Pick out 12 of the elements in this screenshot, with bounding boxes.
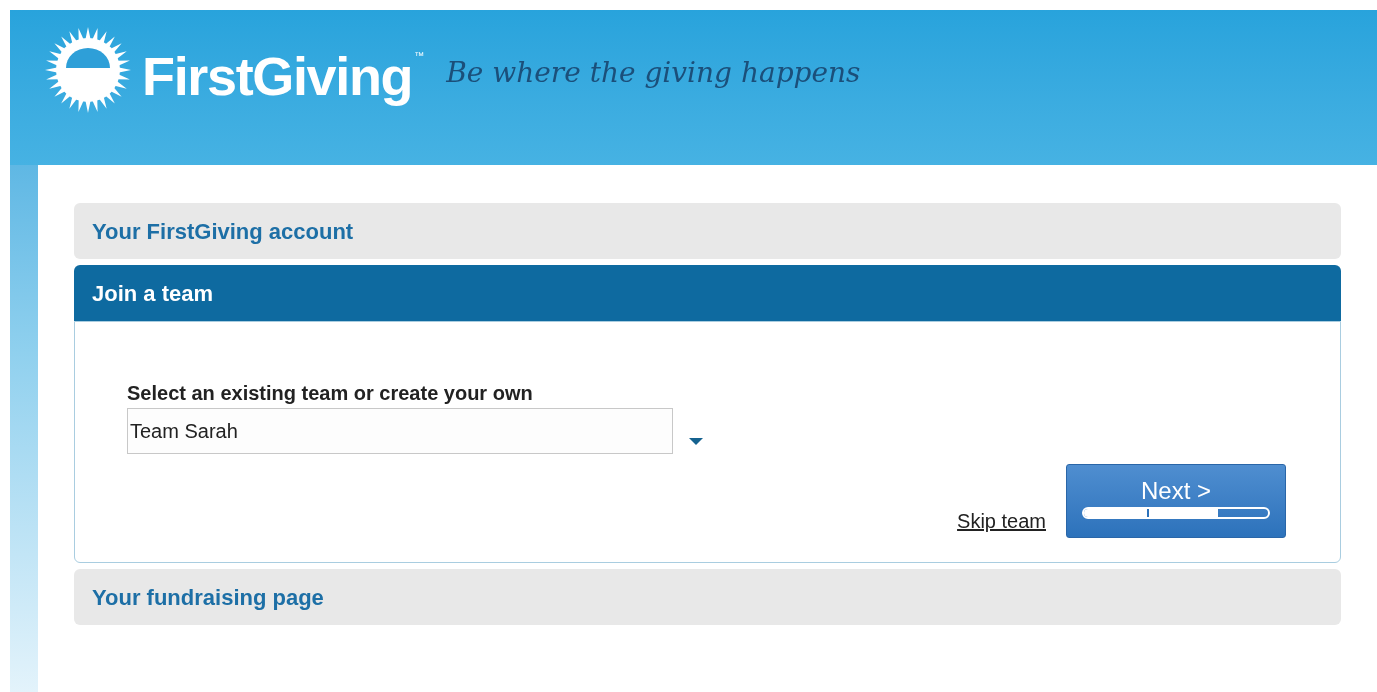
brand-logo-text: FirstGiving xyxy=(142,45,413,108)
next-button[interactable]: Next > xyxy=(1066,464,1286,538)
accordion-header[interactable]: Your fundraising page xyxy=(74,569,1341,625)
sun-logo-icon xyxy=(44,26,132,114)
team-field[interactable]: Team Sarah xyxy=(127,408,673,454)
skip-team-link[interactable]: Skip team xyxy=(957,506,1046,536)
accordion-header[interactable]: Your FirstGiving account xyxy=(74,203,1341,259)
field-label: Select an existing team or create your own xyxy=(127,381,534,406)
tagline: Be where the giving happens xyxy=(446,55,861,91)
dropdown-caret-icon[interactable] xyxy=(689,438,703,446)
accordion-header[interactable]: Join a team xyxy=(74,265,1341,321)
trademark: ™ xyxy=(414,49,425,63)
